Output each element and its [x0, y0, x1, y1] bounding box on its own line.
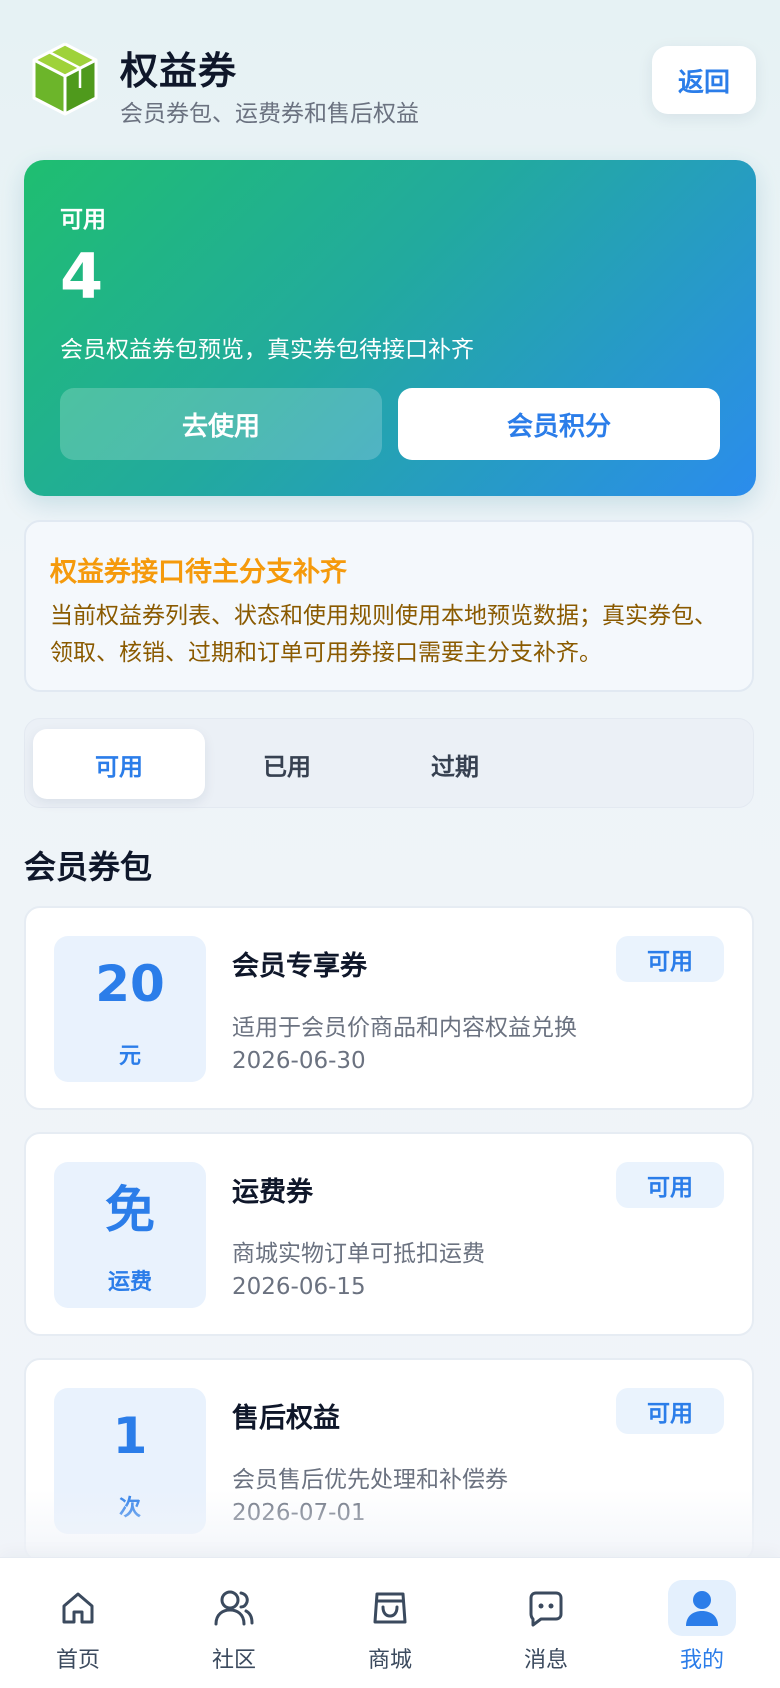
nav-item-messages[interactable]: 消息 [468, 1572, 624, 1673]
coupon-description: 会员售后优先处理和补偿券 [232, 1467, 508, 1493]
use-coupon-button[interactable]: 去使用 [60, 388, 382, 460]
coupon-name: 运费券 [232, 1177, 313, 1208]
community-icon [200, 1580, 268, 1636]
status-tabs: 可用 已用 过期 [24, 718, 754, 808]
profile-icon [668, 1580, 736, 1636]
coupon-card[interactable]: 1 次 售后权益 可用 会员售后优先处理和补偿券 2026-07-01 [24, 1358, 754, 1562]
coupon-unit: 运费 [107, 1270, 152, 1295]
coupon-expiry: 2026-07-01 [232, 1500, 366, 1526]
tab-available[interactable]: 可用 [33, 729, 205, 799]
coupon-description: 商城实物订单可抵扣运费 [232, 1241, 485, 1267]
bottom-navigation: 首页 社区 商城 消息 我的 [0, 1557, 780, 1688]
coupon-value: 20 [95, 955, 165, 1013]
coupon-card[interactable]: 免 运费 运费券 可用 商城实物订单可抵扣运费 2026-06-15 [24, 1132, 754, 1336]
nav-label: 首页 [55, 1648, 100, 1673]
coupon-name: 售后权益 [232, 1403, 340, 1434]
coupon-unit: 元 [118, 1044, 141, 1069]
home-icon [44, 1580, 112, 1636]
coupon-unit: 次 [118, 1496, 141, 1521]
page-subtitle: 会员券包、运费券和售后权益 [120, 101, 419, 127]
page-header: 权益券 会员券包、运费券和售后权益 返回 [24, 40, 756, 127]
coupon-value: 1 [112, 1407, 148, 1465]
coupon-expiry: 2026-06-15 [232, 1274, 366, 1300]
message-icon [512, 1580, 580, 1636]
nav-item-profile[interactable]: 我的 [624, 1572, 780, 1673]
nav-item-community[interactable]: 社区 [156, 1572, 312, 1673]
coupon-name: 会员专享券 [232, 951, 367, 982]
page-title: 权益券 [120, 49, 238, 93]
cube-logo-icon [28, 40, 102, 120]
coupon-card[interactable]: 20 元 会员专享券 可用 适用于会员价商品和内容权益兑换 2026-06-30 [24, 906, 754, 1110]
coupon-value-badge: 免 运费 [54, 1162, 206, 1308]
coupon-status-badge: 可用 [616, 1162, 724, 1208]
tab-used[interactable]: 已用 [201, 729, 373, 799]
coupon-value-badge: 20 元 [54, 936, 206, 1082]
coupon-status-badge: 可用 [616, 1388, 724, 1434]
nav-item-shop[interactable]: 商城 [312, 1572, 468, 1673]
api-notice-card: 权益券接口待主分支补齐 当前权益券列表、状态和使用规则使用本地预览数据；真实券包… [24, 520, 754, 692]
nav-label: 消息 [523, 1648, 568, 1673]
available-summary-card: 可用 4 会员权益券包预览，真实券包待接口补齐 去使用 会员积分 [24, 160, 756, 496]
summary-description: 会员权益券包预览，真实券包待接口补齐 [60, 337, 474, 363]
available-label: 可用 [60, 207, 106, 233]
notice-body: 当前权益券列表、状态和使用规则使用本地预览数据；真实券包、领取、核销、过期和订单… [50, 603, 717, 666]
nav-label: 我的 [679, 1648, 724, 1673]
notice-title: 权益券接口待主分支补齐 [50, 557, 347, 588]
available-count: 4 [60, 240, 104, 313]
section-title: 会员券包 [24, 848, 153, 886]
nav-label: 社区 [211, 1648, 256, 1673]
coupon-description: 适用于会员价商品和内容权益兑换 [232, 1015, 577, 1041]
nav-label: 商城 [367, 1648, 412, 1673]
nav-item-home[interactable]: 首页 [0, 1572, 156, 1673]
coupon-expiry: 2026-06-30 [232, 1048, 366, 1074]
coupon-status-badge: 可用 [616, 936, 724, 982]
shop-icon [356, 1580, 424, 1636]
coupon-value-badge: 1 次 [54, 1388, 206, 1534]
back-button[interactable]: 返回 [652, 46, 756, 114]
tab-expired[interactable]: 过期 [369, 729, 541, 799]
coupon-value: 免 [105, 1181, 155, 1239]
member-points-button[interactable]: 会员积分 [398, 388, 720, 460]
